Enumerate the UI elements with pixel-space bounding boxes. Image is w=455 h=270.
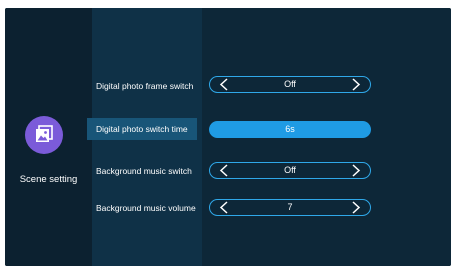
scene-setting-label[interactable]: Scene setting (5, 174, 92, 185)
setting-label-photo-frame-switch[interactable]: Digital photo frame switch (87, 75, 197, 97)
photo-switch-time-value: 6s (285, 124, 295, 134)
sidebar: Scene setting (5, 8, 92, 266)
setting-label-background-music-volume[interactable]: Background music volume (87, 197, 197, 219)
background-music-volume-value: 7 (287, 202, 293, 212)
image-gallery-icon[interactable] (25, 116, 63, 154)
setting-label-photo-switch-time[interactable]: Digital photo switch time (87, 118, 197, 140)
photo-frame-switch-value: Off (284, 79, 296, 89)
background-music-switch-value: Off (284, 165, 296, 175)
chevron-right-icon[interactable] (350, 201, 362, 214)
chevron-right-icon[interactable] (350, 164, 362, 177)
background-music-volume-selector[interactable]: 7 (209, 199, 371, 216)
chevron-right-icon[interactable] (350, 78, 362, 91)
setting-label-background-music-switch[interactable]: Background music switch (87, 160, 197, 182)
photo-switch-time-selector[interactable]: 6s (209, 121, 371, 138)
background-music-switch-selector[interactable]: Off (209, 162, 371, 179)
photo-frame-switch-selector[interactable]: Off (209, 76, 371, 93)
